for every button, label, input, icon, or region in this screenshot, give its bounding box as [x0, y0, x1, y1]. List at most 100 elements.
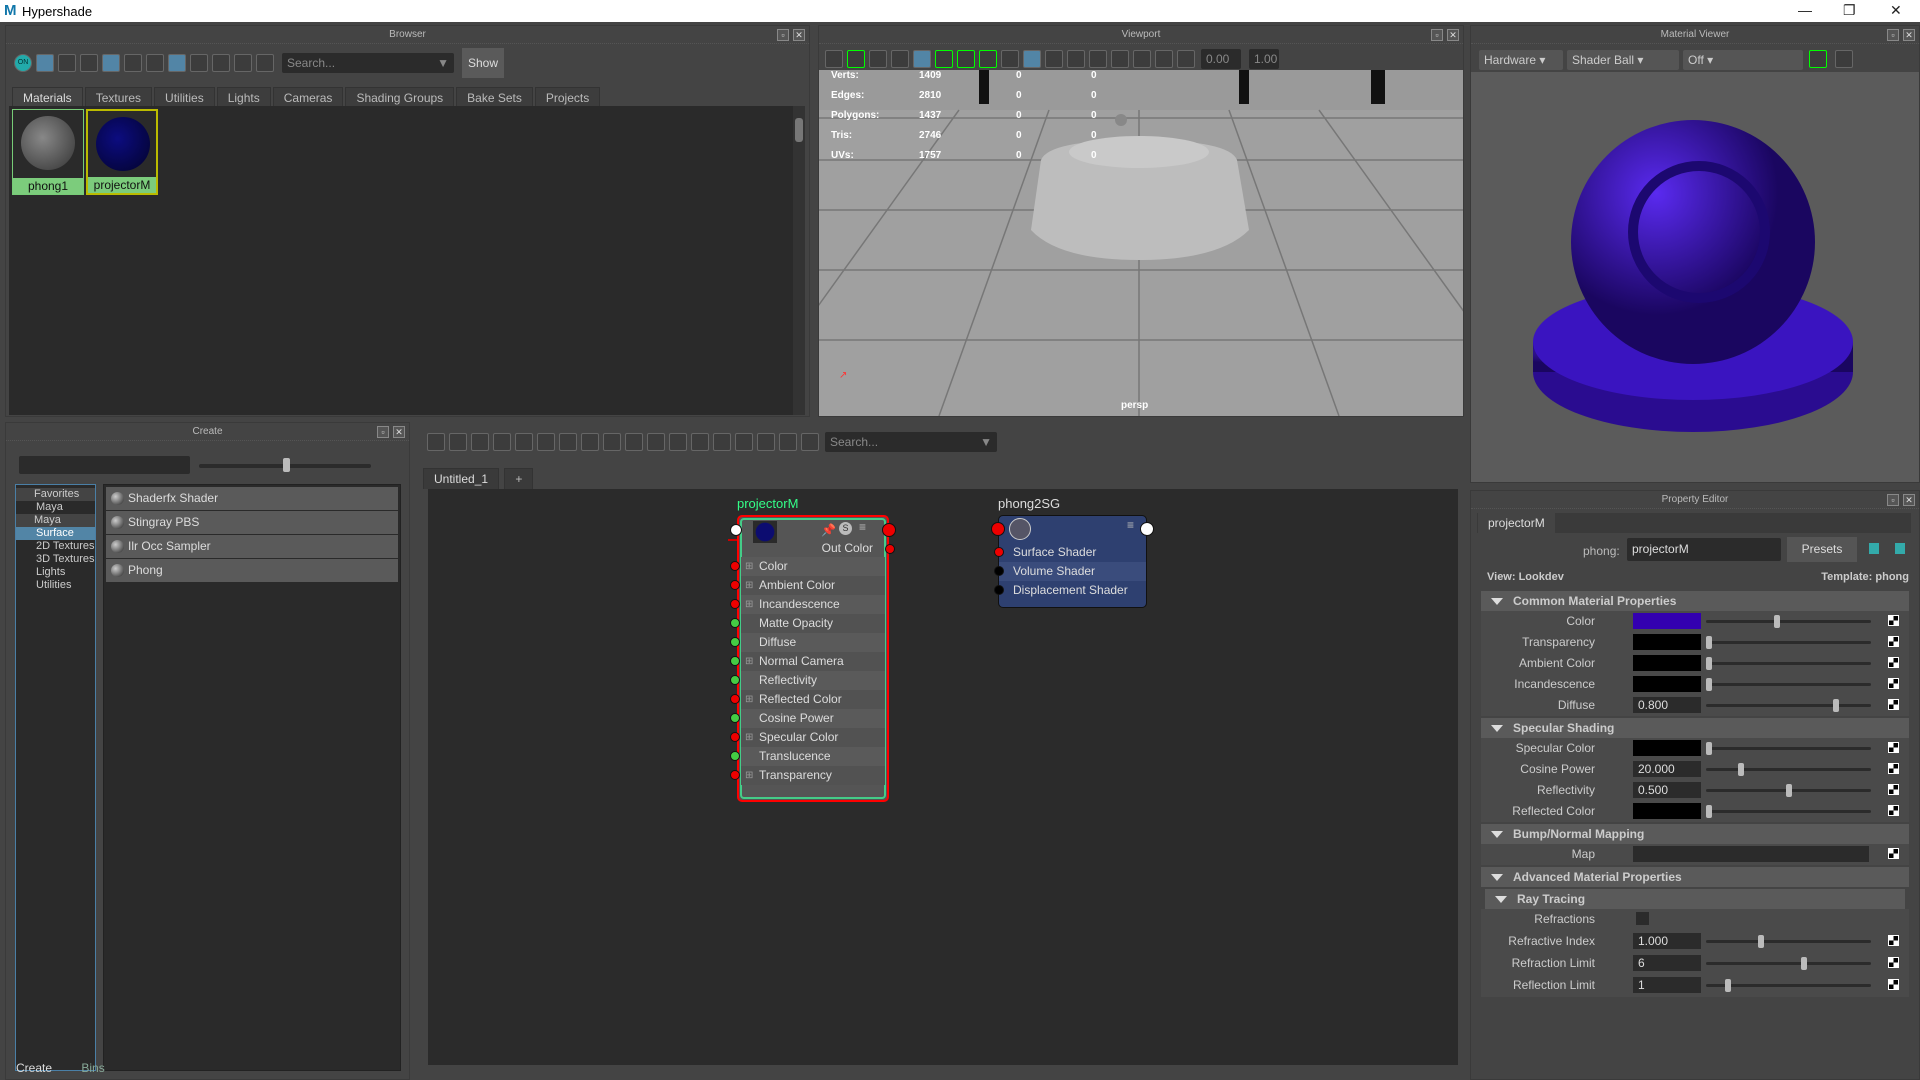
- slider[interactable]: [1706, 979, 1871, 992]
- smooth-shade-icon[interactable]: [1023, 50, 1041, 68]
- node-attribute[interactable]: Displacement Shader: [994, 581, 1146, 600]
- input-port[interactable]: [730, 694, 740, 704]
- expand-icon[interactable]: ⊞: [745, 766, 753, 785]
- frame-all-icon[interactable]: [801, 433, 819, 451]
- slider-thumb[interactable]: [1706, 742, 1712, 755]
- input-connections-icon[interactable]: [427, 433, 445, 451]
- node-attribute[interactable]: ⊞ Incandescence: [730, 595, 885, 614]
- maximize-button[interactable]: ❐: [1843, 2, 1856, 19]
- close-icon[interactable]: ✕: [1903, 494, 1915, 506]
- node-name-field[interactable]: projectorM: [1627, 538, 1781, 561]
- full-mode-icon[interactable]: [647, 433, 665, 451]
- renderer-dropdown[interactable]: Hardware ▾: [1479, 50, 1563, 70]
- swatch-toggle-icon[interactable]: [713, 433, 731, 451]
- close-icon[interactable]: ✕: [393, 426, 405, 438]
- slider[interactable]: [1706, 784, 1871, 797]
- input-port[interactable]: [730, 637, 740, 647]
- film-gate-icon[interactable]: [935, 50, 953, 68]
- exposure-field[interactable]: 0.00: [1201, 49, 1241, 69]
- input-port[interactable]: [730, 732, 740, 742]
- tab-bins[interactable]: Bins: [81, 1061, 104, 1075]
- resolution-gate-icon[interactable]: [957, 50, 975, 68]
- value-field[interactable]: 20.000: [1633, 761, 1701, 777]
- expand-icon[interactable]: ⊞: [745, 690, 753, 709]
- grid-toggle-icon[interactable]: [735, 433, 753, 451]
- layout-icon[interactable]: [581, 433, 599, 451]
- tree-item-utilities[interactable]: Utilities: [16, 579, 95, 592]
- node-attribute[interactable]: Cosine Power: [730, 709, 885, 728]
- slider[interactable]: [1706, 957, 1871, 970]
- remove-selected-icon[interactable]: [537, 433, 555, 451]
- map-button-icon[interactable]: [1888, 957, 1899, 968]
- icon-size-slider[interactable]: [199, 458, 371, 472]
- tab-bake-sets[interactable]: Bake Sets: [456, 87, 533, 108]
- copy-tab-icon[interactable]: [1869, 543, 1879, 554]
- section-bump-normal-mapping[interactable]: Bump/Normal Mapping: [1481, 824, 1909, 844]
- value-field[interactable]: 0.500: [1633, 782, 1701, 798]
- lock-camera-icon[interactable]: [847, 50, 865, 68]
- float-icon[interactable]: ▫: [1887, 29, 1899, 41]
- value-field[interactable]: 6: [1633, 955, 1701, 971]
- viewport-canvas[interactable]: Verts: 1409 0 0 Edges: 2810 0 0 Polygons: 1437 0 0 T…: [819, 70, 1463, 416]
- node-attribute[interactable]: ⊞ Normal Camera: [730, 652, 885, 671]
- tree-item-maya[interactable]: Maya: [16, 501, 95, 514]
- float-icon[interactable]: ▫: [777, 29, 789, 41]
- map-button-icon[interactable]: [1888, 742, 1899, 753]
- icon-view-button[interactable]: [36, 54, 54, 72]
- map-button-icon[interactable]: [1888, 699, 1899, 710]
- close-icon[interactable]: ✕: [793, 29, 805, 41]
- lights-icon[interactable]: [1089, 50, 1107, 68]
- create-item[interactable]: Ilr Occ Sampler: [106, 535, 398, 558]
- input-port[interactable]: [730, 524, 742, 536]
- close-button[interactable]: ✕: [1890, 2, 1902, 19]
- map-button-icon[interactable]: [1888, 615, 1899, 626]
- minimize-button[interactable]: —: [1798, 2, 1812, 18]
- out-color-port[interactable]: [885, 544, 895, 554]
- node-attribute[interactable]: ⊞ Reflected Color: [730, 690, 885, 709]
- xlarge-icon-button[interactable]: [146, 54, 164, 72]
- attribute-list-icon[interactable]: ≡: [1127, 518, 1134, 532]
- attribute-list-icon[interactable]: ≡: [859, 520, 866, 534]
- node-attribute[interactable]: ⊞ Color: [730, 557, 885, 576]
- small-icon-button[interactable]: [80, 54, 98, 72]
- value-field[interactable]: 1.000: [1633, 933, 1701, 949]
- add-tab-button[interactable]: +: [504, 468, 534, 489]
- map-button-icon[interactable]: [1888, 636, 1899, 647]
- node-graph-canvas[interactable]: projectorM 📌 S ≡ Out Color ⊞ Color ⊞ Ambien…: [428, 489, 1458, 1065]
- slider-thumb[interactable]: [1737, 763, 1744, 776]
- input-port[interactable]: [730, 656, 740, 666]
- show-button[interactable]: Show: [462, 48, 505, 78]
- environment-dropdown[interactable]: Off ▾: [1683, 50, 1803, 70]
- frame-icon[interactable]: [256, 54, 274, 72]
- input-port[interactable]: [730, 599, 740, 609]
- tab-utilities[interactable]: Utilities: [154, 87, 215, 108]
- slider-thumb[interactable]: [1833, 699, 1840, 712]
- tree-item-surface[interactable]: Surface: [16, 527, 95, 540]
- chevron-down-icon[interactable]: ▼: [980, 435, 992, 449]
- gate-mask-icon[interactable]: [979, 50, 997, 68]
- tree-item-2d-textures[interactable]: 2D Textures: [16, 540, 95, 553]
- browser-scrollbar[interactable]: [793, 106, 805, 415]
- node-attribute[interactable]: Diffuse: [730, 633, 885, 652]
- map-button-icon[interactable]: [1888, 805, 1899, 816]
- map-button-icon[interactable]: [1888, 935, 1899, 946]
- input-port[interactable]: [730, 770, 740, 780]
- simple-mode-icon[interactable]: [603, 433, 621, 451]
- gamma-field[interactable]: 1.00: [1249, 49, 1279, 69]
- tree-item-maya[interactable]: Maya: [16, 514, 95, 527]
- grid-icon[interactable]: [913, 50, 931, 68]
- map-button-icon[interactable]: [1888, 763, 1899, 774]
- graph-up-icon[interactable]: [559, 433, 577, 451]
- create-item[interactable]: Phong: [106, 559, 398, 582]
- color-swatch[interactable]: [1633, 740, 1701, 756]
- shader-s-icon[interactable]: S: [839, 522, 852, 535]
- tab-untitled-1[interactable]: Untitled_1: [423, 468, 500, 489]
- tab-projects[interactable]: Projects: [534, 87, 601, 108]
- shading-group-node-phong2SG[interactable]: ≡ Surface Shader Volume Shader Displacemen…: [991, 515, 1154, 608]
- slider-thumb[interactable]: [1706, 805, 1712, 818]
- shadows-icon[interactable]: [1111, 50, 1129, 68]
- node-attribute[interactable]: Volume Shader: [994, 562, 1146, 581]
- tab-lights[interactable]: Lights: [216, 87, 271, 108]
- node-attribute[interactable]: Translucence: [730, 747, 885, 766]
- tree-item-favorites[interactable]: Favorites: [16, 488, 95, 501]
